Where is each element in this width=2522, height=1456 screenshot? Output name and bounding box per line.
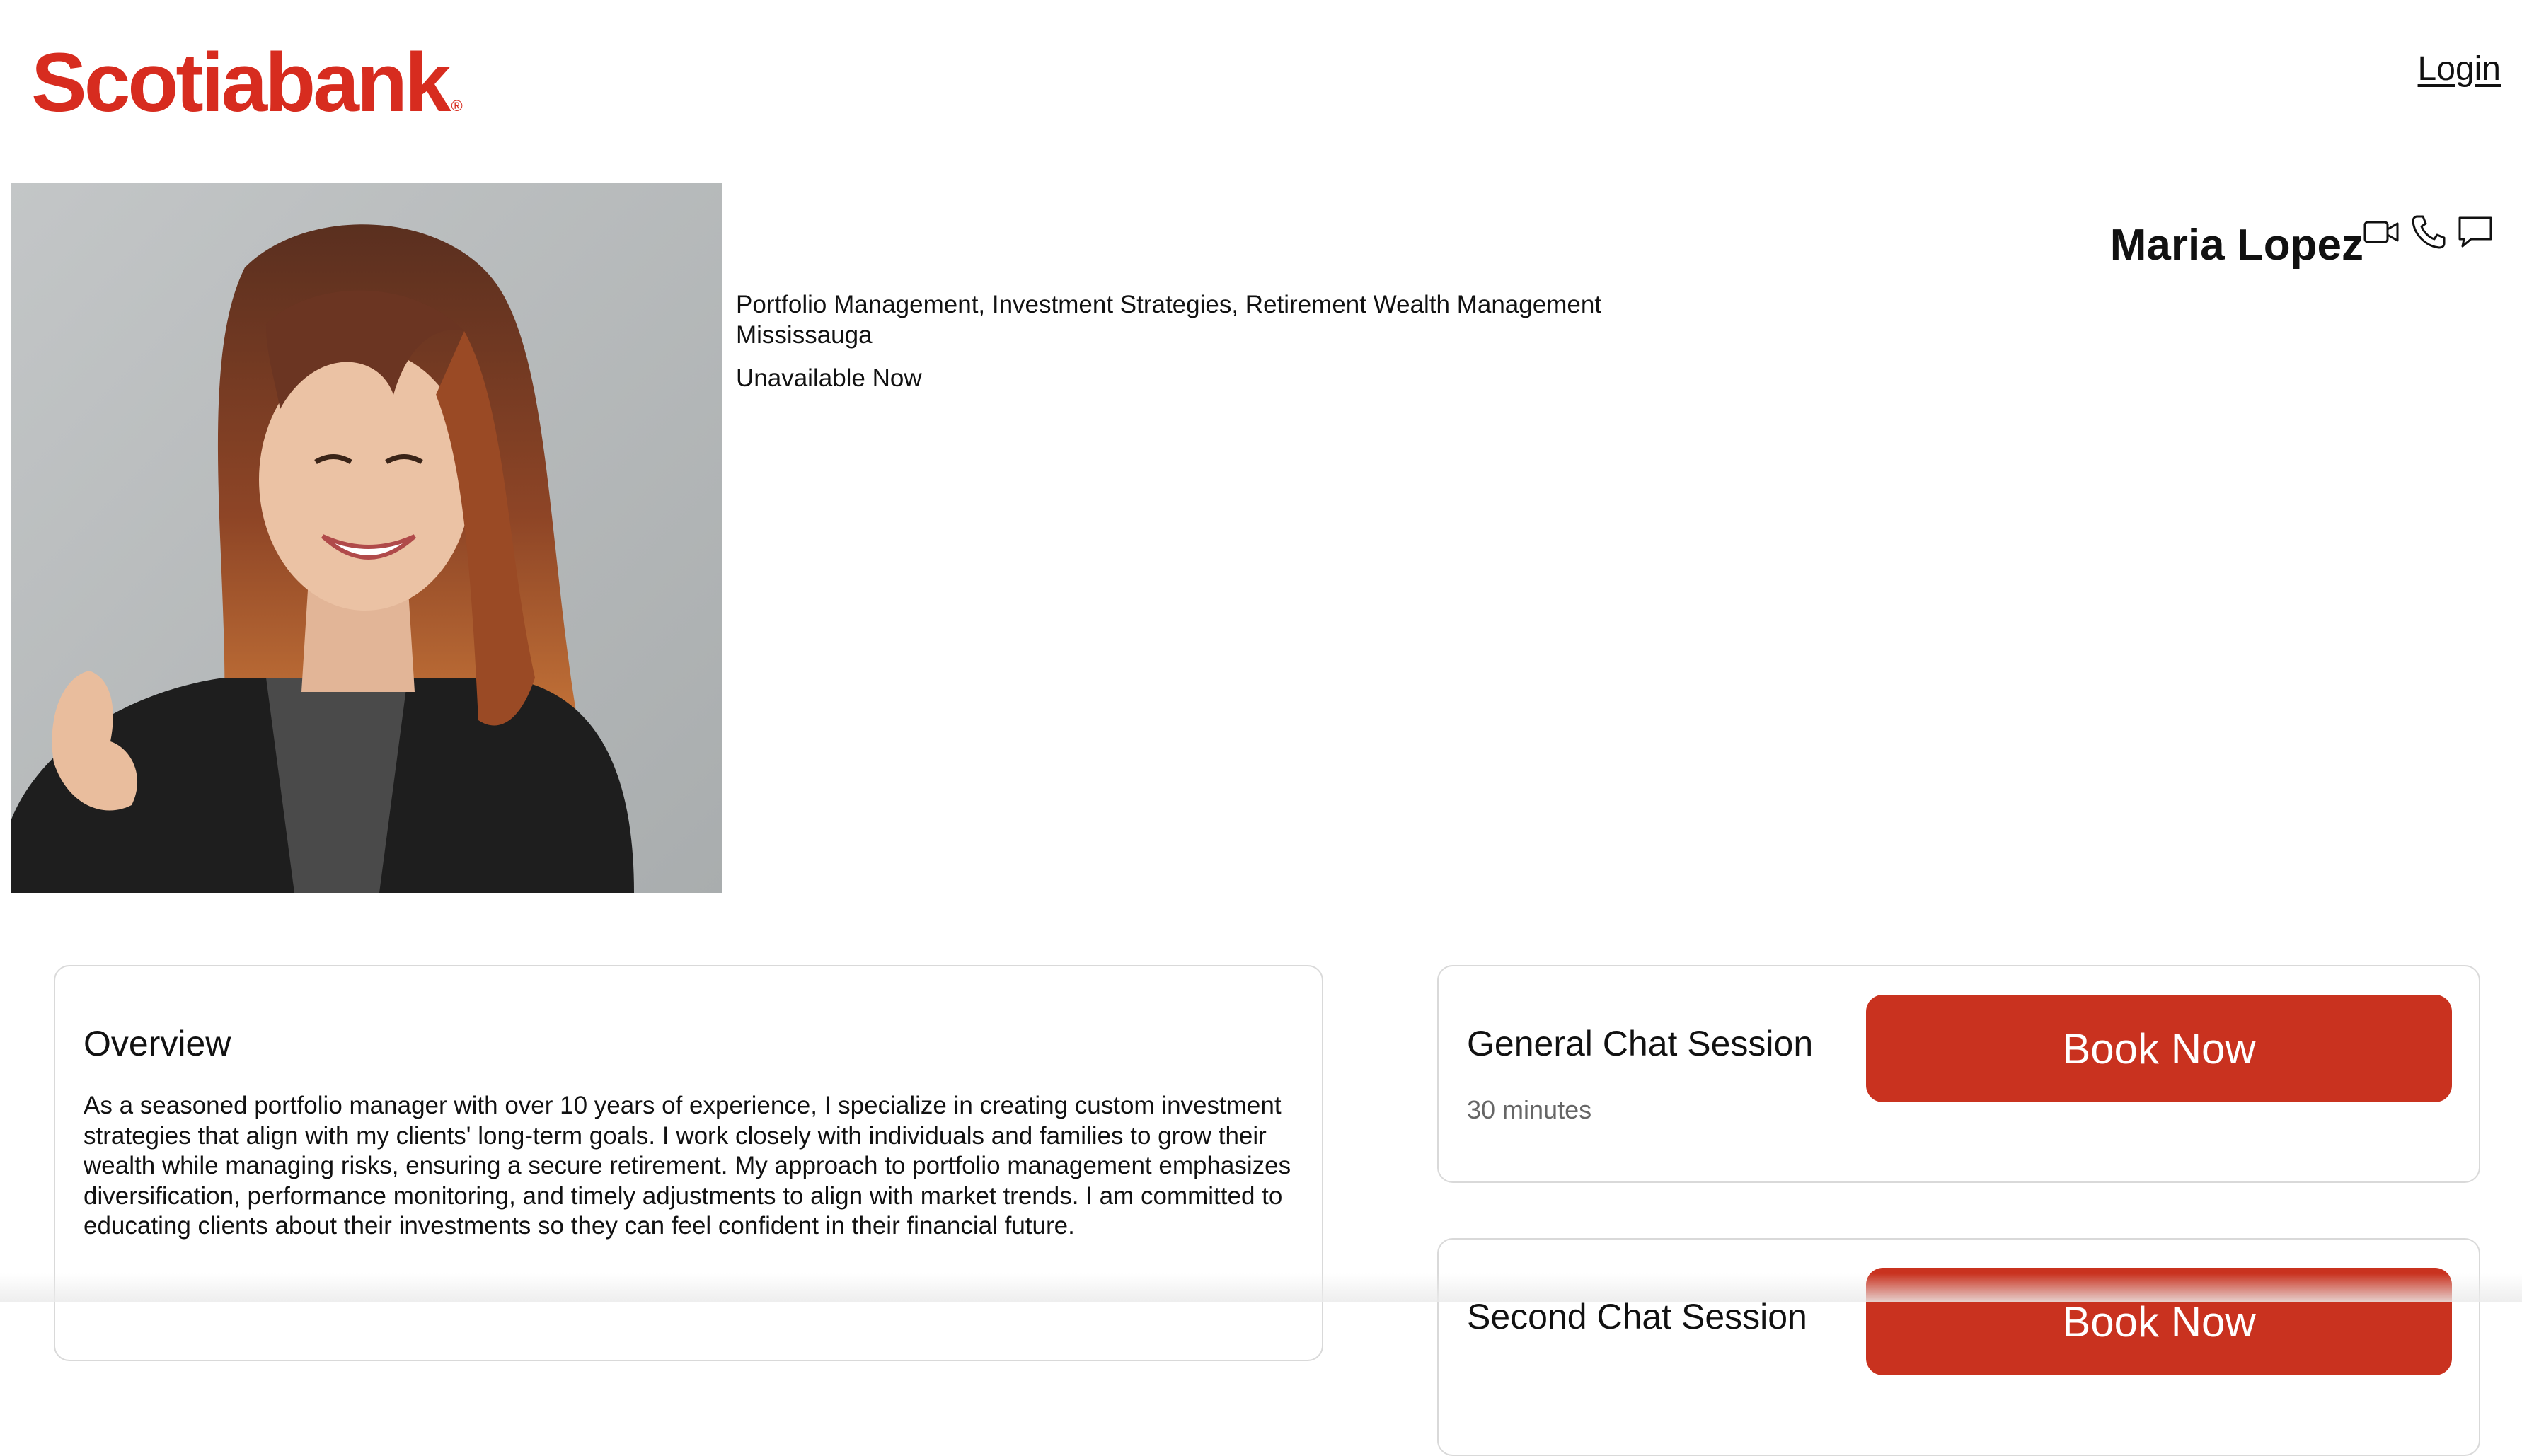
logo-text: Scotiabank [31,36,451,129]
advisor-specialties: Portfolio Management, Investment Strateg… [736,291,1602,318]
advisor-portrait-illustration [11,183,722,893]
book-now-button[interactable]: Book Now [1866,995,2452,1102]
session-card: General Chat Session 30 minutes Book Now [1437,965,2480,1183]
session-duration: 30 minutes [1467,1095,1592,1124]
overview-card: Overview As a seasoned portfolio manager… [54,965,1323,1361]
scotiabank-logo[interactable]: Scotiabank ® [31,41,463,125]
session-card: Second Chat Session Book Now [1437,1238,2480,1456]
video-icon[interactable] [2362,212,2402,252]
advisor-name: Maria Lopez [2109,221,2363,270]
session-title: General Chat Session [1467,1024,1814,1063]
advisor-photo [11,183,722,893]
overview-text: As a seasoned portfolio manager with ove… [84,1092,1291,1240]
availability-status: Unavailable Now [736,364,922,392]
advisor-location: Mississauga [736,321,873,349]
session-title: Second Chat Session [1467,1297,1807,1336]
login-link[interactable]: Login [2418,50,2501,88]
chat-icon[interactable] [2455,212,2495,252]
book-now-button[interactable]: Book Now [1866,1268,2452,1375]
registered-mark: ® [451,97,463,115]
overview-title: Overview [84,1024,231,1063]
phone-icon[interactable] [2409,212,2448,252]
contact-options [2362,212,2495,252]
